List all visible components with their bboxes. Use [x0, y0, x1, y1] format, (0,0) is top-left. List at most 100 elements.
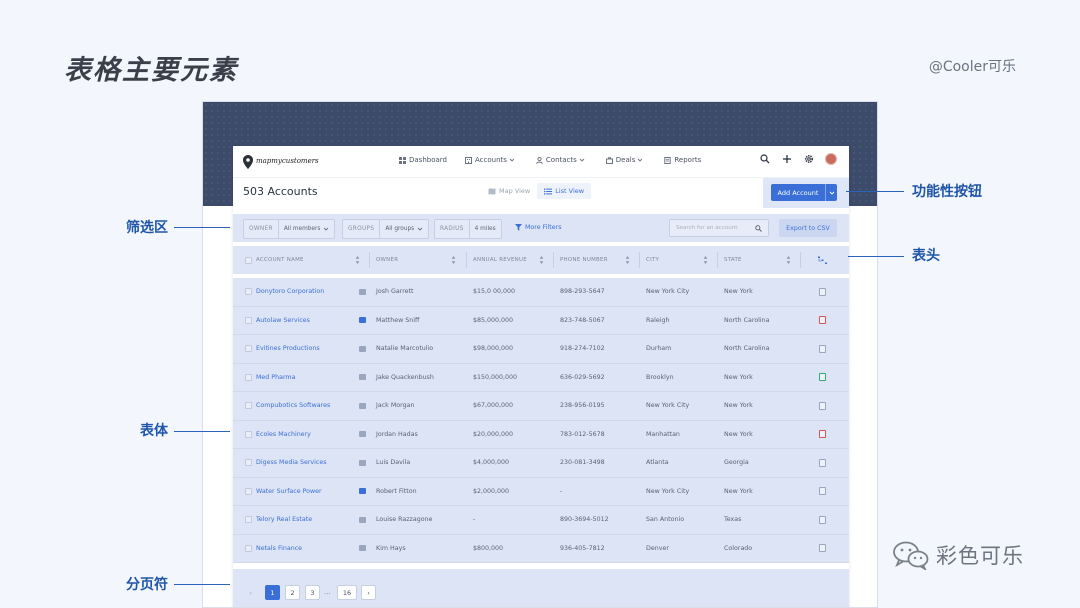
row-checkbox[interactable] [245, 506, 252, 534]
row-checkbox[interactable] [245, 278, 252, 306]
add-account-button[interactable]: Add Account [771, 184, 837, 201]
account-name-cell[interactable]: Donytoro Corporation [256, 278, 324, 306]
row-checkbox[interactable] [245, 392, 252, 420]
sort-icon[interactable] [625, 255, 630, 265]
account-name-cell[interactable]: Digess Media Services [256, 449, 327, 477]
plus-icon[interactable] [781, 153, 793, 165]
col-account-name[interactable]: ACCOUNT NAME [256, 246, 304, 274]
building-icon[interactable] [359, 335, 366, 363]
account-name-cell[interactable]: Telory Real Estate [256, 506, 312, 534]
account-name-cell[interactable]: Water Surface Power [256, 478, 322, 506]
calendar-icon[interactable] [819, 535, 826, 563]
col-state[interactable]: STATE [724, 246, 742, 274]
table-row[interactable]: Donytoro Corporation Josh Garrett $15,0 00… [233, 278, 849, 307]
calendar-icon[interactable] [819, 392, 826, 420]
prev-page-button[interactable]: ‹ [243, 585, 258, 600]
building-icon[interactable] [359, 364, 366, 392]
table-row[interactable]: Water Surface Power Robert Fitton $2,000,0… [233, 478, 849, 506]
last-page-button[interactable]: 16 [337, 585, 357, 600]
slide-title: 表格主要元素 [64, 55, 238, 86]
owner-filter-value: All members [279, 226, 335, 232]
select-all-checkbox[interactable] [245, 246, 252, 274]
col-phone-number[interactable]: PHONE NUMBER [560, 246, 608, 274]
account-name-cell[interactable]: Autolaw Services [256, 307, 310, 335]
gear-icon[interactable] [803, 153, 815, 165]
table-row[interactable]: Telory Real Estate Louise Razzagone - 890-3… [233, 506, 849, 535]
sort-icon[interactable] [355, 255, 360, 265]
row-checkbox[interactable] [245, 335, 252, 363]
building-icon[interactable] [359, 535, 366, 563]
table-body: Donytoro Corporation Josh Garrett $15,0 00… [233, 278, 849, 563]
sort-icon[interactable] [703, 255, 708, 265]
phone-cell: 783-012-5678 [560, 430, 605, 438]
calendar-icon[interactable] [819, 421, 826, 449]
state-cell: New York [724, 487, 753, 495]
table-row[interactable]: Med Pharma Jake Quackenbush $150,000,000 63… [233, 364, 849, 392]
col-city[interactable]: CITY [646, 246, 659, 274]
row-checkbox[interactable] [245, 449, 252, 477]
building-icon[interactable] [359, 421, 366, 449]
page-1-button[interactable]: 1 [265, 585, 280, 600]
account-name-cell[interactable]: Med Pharma [256, 364, 295, 392]
search-icon[interactable] [759, 153, 771, 165]
revenue-cell: - [473, 516, 476, 524]
building-icon[interactable] [359, 478, 366, 506]
calendar-icon[interactable] [819, 278, 826, 306]
calendar-icon[interactable] [819, 364, 826, 392]
state-cell: North Carolina [724, 345, 770, 353]
nav-dashboard[interactable]: Dashboard [399, 156, 447, 164]
building-icon [464, 156, 472, 164]
logo[interactable]: mapmycustomers [243, 154, 319, 169]
calendar-icon[interactable] [819, 449, 826, 477]
radius-filter[interactable]: RADIUS 4 miles [434, 219, 502, 239]
avatar[interactable] [825, 153, 837, 165]
next-page-button[interactable]: › [361, 585, 376, 600]
nav-reports[interactable]: Reports [664, 156, 701, 164]
account-name-cell[interactable]: Ecoles Machinery [256, 421, 311, 449]
account-name-cell[interactable]: Evitines Productions [256, 335, 320, 363]
calendar-icon[interactable] [819, 506, 826, 534]
table-row[interactable]: Netals Finance Kim Hays $800,000 936-405-78… [233, 535, 849, 563]
owner-cell: Louise Razzagone [376, 516, 433, 524]
table-row[interactable]: Compubotics Softwares Jack Morgan $67,000,… [233, 392, 849, 421]
building-icon[interactable] [359, 307, 366, 335]
row-checkbox[interactable] [245, 307, 252, 335]
building-icon[interactable] [359, 392, 366, 420]
map-view-button[interactable]: Map View [481, 183, 537, 199]
account-name-cell[interactable]: Netals Finance [256, 535, 302, 563]
account-name-cell[interactable]: Compubotics Softwares [256, 392, 330, 420]
list-view-button[interactable]: List View [537, 183, 592, 199]
nav-deals[interactable]: Deals [605, 156, 647, 164]
table-row[interactable]: Autolaw Services Matthew Sniff $85,000,000… [233, 307, 849, 335]
table-row[interactable]: Digess Media Services Luis Davila $4,000,0… [233, 449, 849, 478]
sort-icon[interactable] [451, 255, 456, 265]
calendar-icon[interactable] [819, 307, 826, 335]
row-checkbox[interactable] [245, 535, 252, 563]
building-icon[interactable] [359, 278, 366, 306]
page-3-button[interactable]: 3 [305, 585, 320, 600]
calendar-icon[interactable] [819, 478, 826, 506]
col-owner[interactable]: OWNER [376, 246, 398, 274]
more-filters-button[interactable]: More Filters [515, 224, 562, 231]
table-row[interactable]: Ecoles Machinery Jordan Hadas $20,000,000 7… [233, 421, 849, 449]
row-checkbox[interactable] [245, 478, 252, 506]
calendar-icon[interactable] [819, 335, 826, 363]
chevron-down-icon[interactable] [825, 184, 837, 201]
owner-filter[interactable]: OWNER All members [243, 219, 336, 239]
table-row[interactable]: Evitines Productions Natalie Marcotulio $9… [233, 335, 849, 364]
building-icon[interactable] [359, 449, 366, 477]
building-icon[interactable] [359, 506, 366, 534]
nav-label: Reports [674, 156, 702, 164]
row-checkbox[interactable] [245, 421, 252, 449]
nav-contacts[interactable]: Contacts [536, 156, 588, 164]
page-2-button[interactable]: 2 [285, 585, 300, 600]
sort-icon[interactable] [786, 255, 791, 265]
export-csv-button[interactable]: Export to CSV [779, 219, 837, 237]
col-annual-revenue[interactable]: ANNUAL REVENUE [473, 246, 527, 274]
column-settings-icon[interactable] [818, 256, 827, 265]
sort-icon[interactable] [539, 255, 544, 265]
account-search-input[interactable]: Search for an account [669, 219, 769, 237]
nav-accounts[interactable]: Accounts [464, 156, 518, 164]
groups-filter[interactable]: GROUPS All groups [342, 219, 430, 239]
row-checkbox[interactable] [245, 364, 252, 392]
